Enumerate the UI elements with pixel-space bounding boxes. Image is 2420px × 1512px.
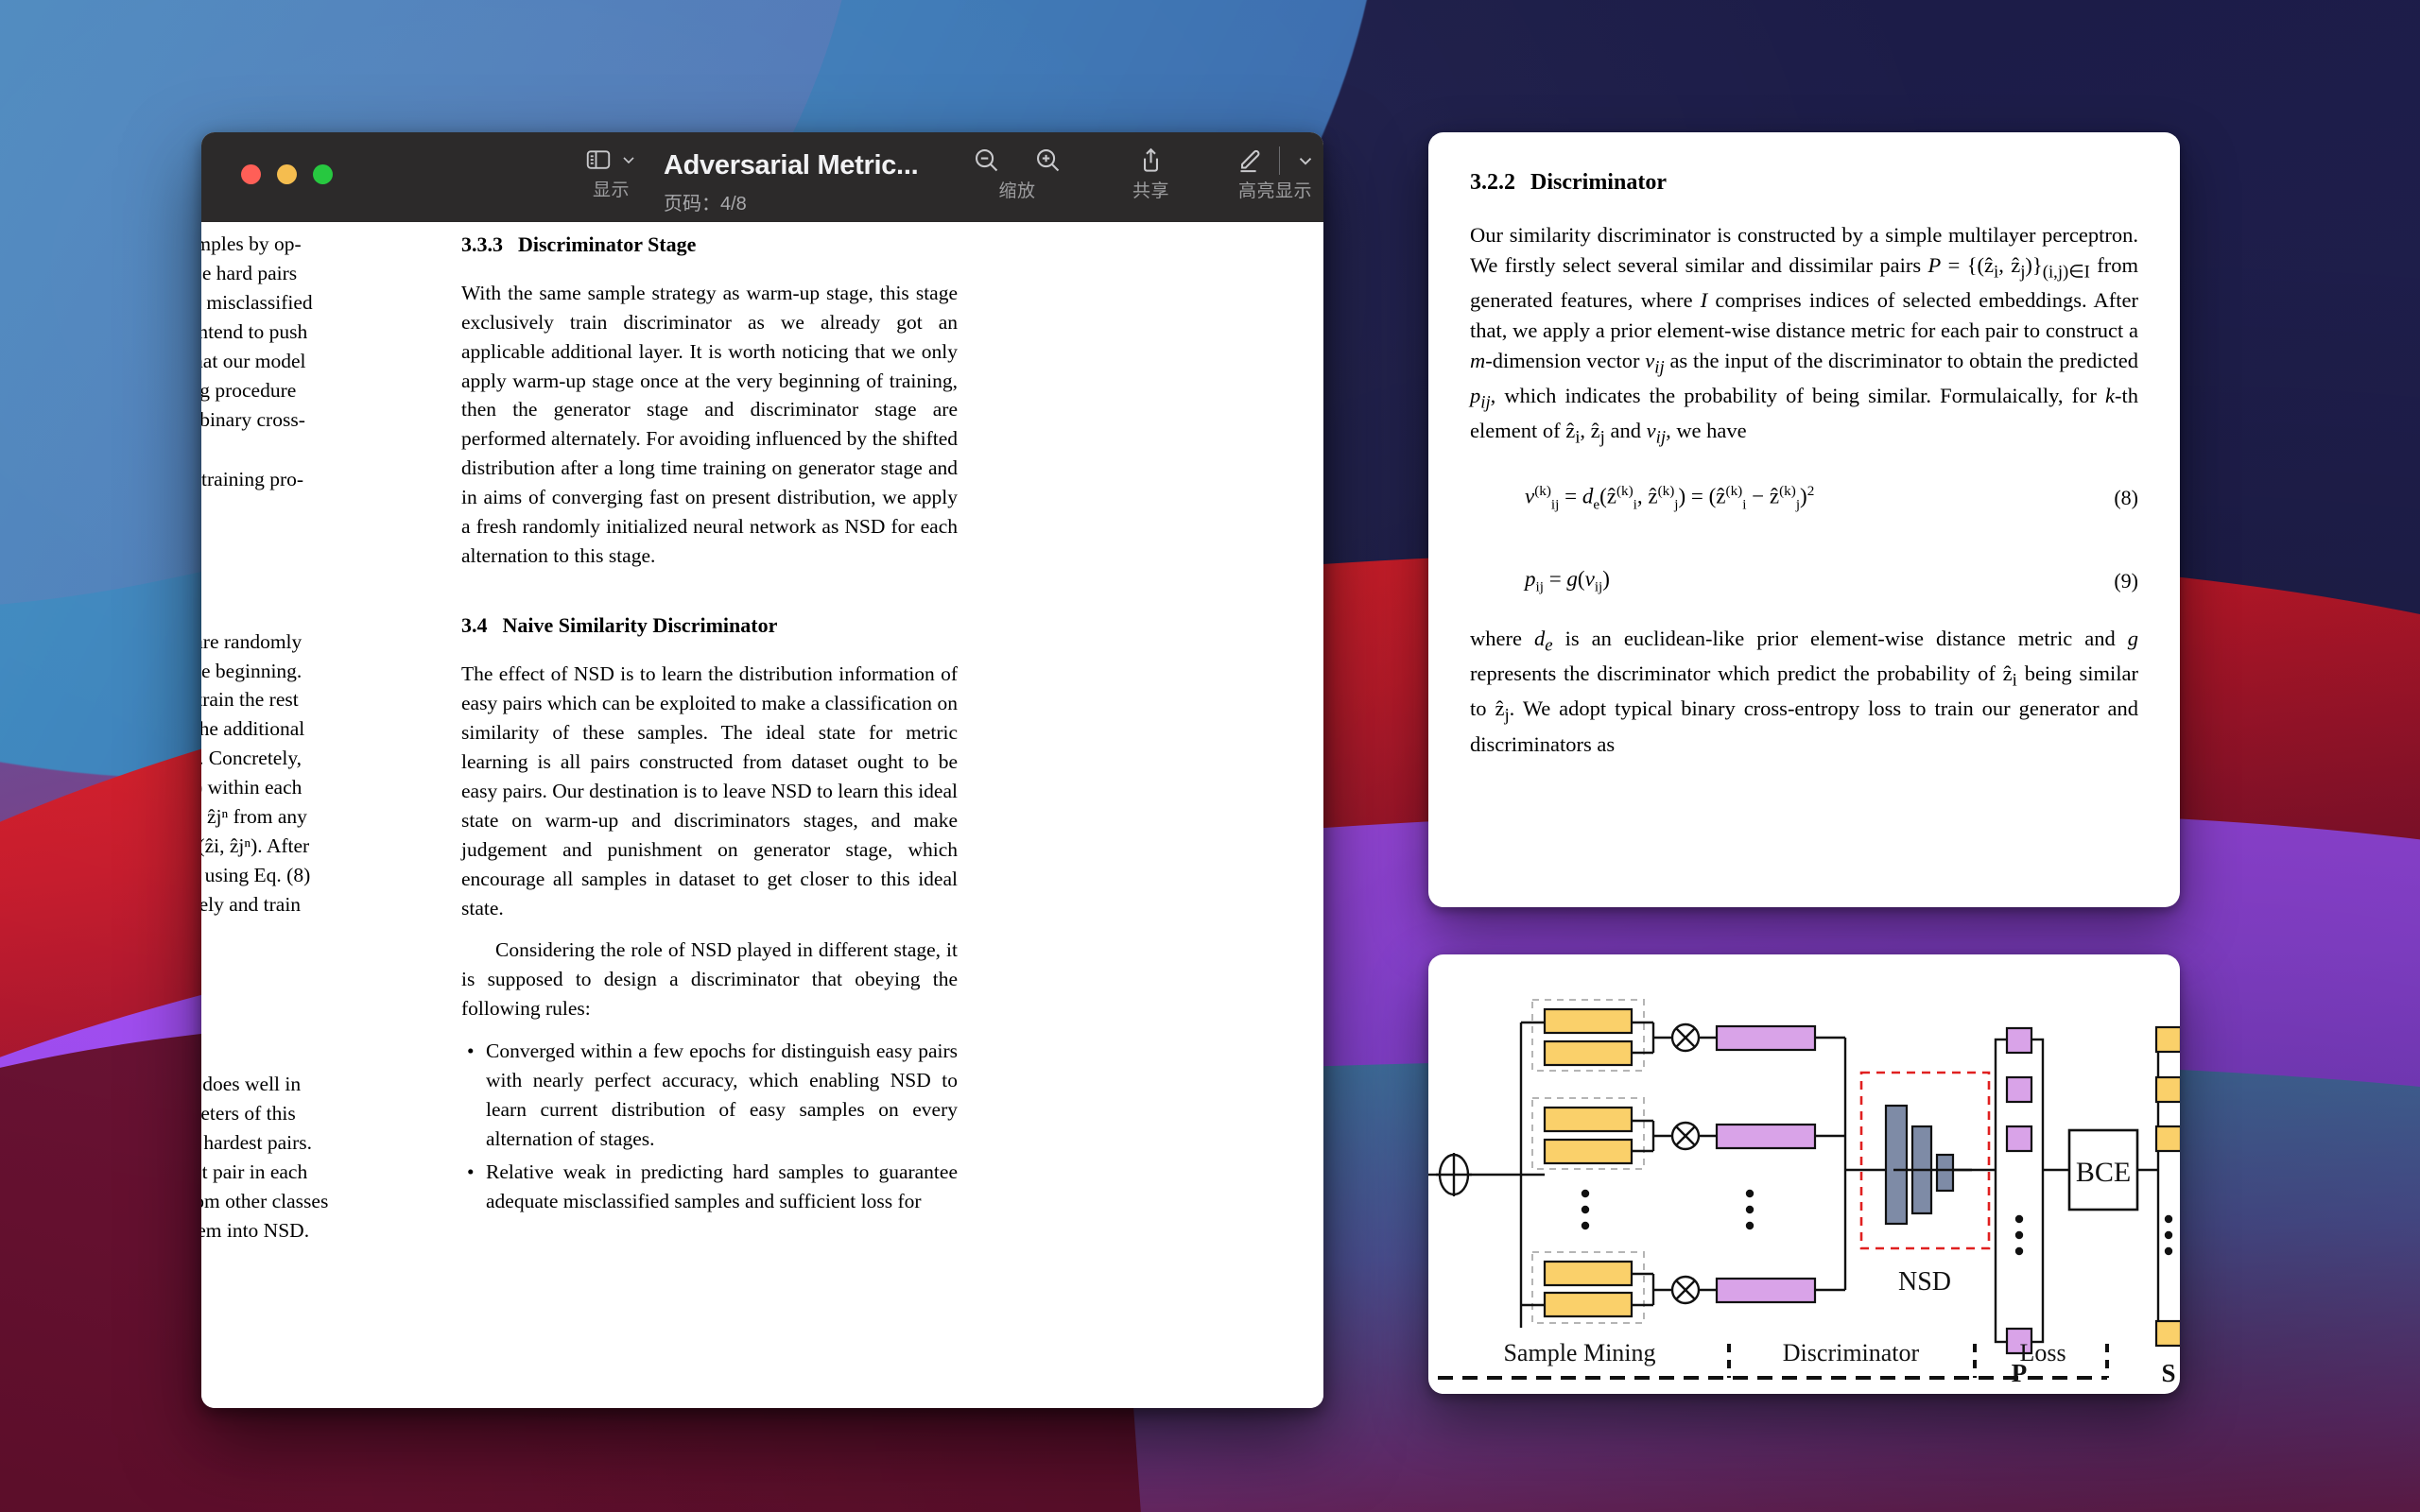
paper-text-card[interactable]: 3.2.2 Discriminator Our similarity discri… xyxy=(1428,132,2180,907)
left-frag-block-3: minator are randomly ined at the beginni… xyxy=(201,627,447,949)
equation-9-number: (9) xyxy=(2114,569,2138,593)
heading-text: Naive Similarity Discriminator xyxy=(503,613,778,637)
pdf-paragraph-1: With the same sample strategy as warm-up… xyxy=(461,279,958,572)
ellipsis-dots-mid xyxy=(1746,1190,1754,1229)
left-line: tion and train the rest xyxy=(201,685,447,714)
pdf-heading-333: 3.3.3 Discriminator Stage xyxy=(461,230,958,260)
left-line: respectively and train xyxy=(201,890,447,919)
sample-pair-group xyxy=(1521,1000,1845,1071)
pdf-paragraph-3: Considering the role of NSD played in di… xyxy=(461,936,958,1023)
bce-label: BCE xyxy=(2076,1157,2131,1188)
architecture-diagram: .ln{stroke:#111;stroke-width:2.4;fill:no… xyxy=(1428,954,2180,1394)
left-line: opy loss. xyxy=(201,919,447,949)
left-line: r model. xyxy=(201,494,447,524)
chevron-down-icon[interactable] xyxy=(619,150,638,169)
heading-number: 3.2.2 xyxy=(1470,170,1515,195)
left-line: that only does well in xyxy=(201,1070,447,1099)
left-line: stages in training pro- xyxy=(201,465,447,494)
page-indicator: 页码：4/8 xyxy=(664,188,747,215)
figure-card[interactable]: .ln{stroke:#111;stroke-width:2.4;fill:no… xyxy=(1428,954,2180,1394)
input-sum-node xyxy=(1428,1153,1472,1196)
heading-number: 3.3.3 xyxy=(461,232,503,256)
stage-label-loss: Loss xyxy=(2019,1339,2066,1366)
stage-label-discriminator: Discriminator xyxy=(1783,1339,1920,1366)
sidebar-label: 显示 xyxy=(593,176,630,201)
minimize-button[interactable] xyxy=(277,164,297,184)
left-line: easier samples by op- xyxy=(201,230,447,259)
left-line: oss. Those hard pairs xyxy=(201,259,447,288)
chevron-down-icon[interactable] xyxy=(1295,150,1316,171)
left-frag-block-4: that only does well in he parameters of … xyxy=(201,1070,447,1246)
toolbar-divider xyxy=(1279,146,1280,175)
equation-9-row: pij = g(vij) (9) xyxy=(1470,567,2138,596)
left-frag-block-2: stages in training pro- r model. xyxy=(201,465,447,524)
left-line: st sample ẑjⁿ from any xyxy=(201,802,447,832)
equation-8-body: v(k)ij = de(ẑ(k)i, ẑ(k)j) = (ẑ(k)i − ẑ(k… xyxy=(1525,483,1814,513)
pdf-bullet-item: Converged within a few epochs for distin… xyxy=(486,1037,958,1154)
zoom-window-button[interactable] xyxy=(313,164,333,184)
highlight-toolbar-group[interactable]: 高亮显示 xyxy=(1235,146,1316,202)
pdf-page-content[interactable]: easier samples by op- oss. Those hard pa… xyxy=(201,222,1323,1408)
pdf-right-column: 3.3.3 Discriminator Stage With the same s… xyxy=(461,230,958,1220)
close-button[interactable] xyxy=(241,164,261,184)
zoom-in-icon[interactable] xyxy=(1033,146,1063,175)
pdf-heading-34: 3.4 Naive Similarity Discriminator xyxy=(461,610,958,641)
left-line: or metric using Eq. (8) xyxy=(201,861,447,890)
share-label: 共享 xyxy=(1132,177,1169,202)
nsd-layers xyxy=(1886,1106,1953,1224)
paper-paragraph-1: Our similarity discriminator is construc… xyxy=(1470,220,2138,451)
zoom-toolbar-group[interactable]: 缩放 xyxy=(972,146,1063,202)
stage-label-sample-mining: Sample Mining xyxy=(1503,1339,1655,1366)
pdf-bullet-item: Relative weak in predicting hard samples… xyxy=(486,1158,958,1216)
document-title: Adversarial Metric... xyxy=(664,150,918,181)
paper-paragraph-2: where de is an euclidean-like prior elem… xyxy=(1470,624,2138,759)
left-line: standard binary cross- xyxy=(201,405,447,435)
equation-8-row: v(k)ij = de(ẑ(k)i, ẑ(k)j) = (ẑ(k)i − ẑ(k… xyxy=(1470,483,2138,513)
left-line: minator are randomly xyxy=(201,627,447,657)
sample-pair-group xyxy=(1521,1252,1845,1323)
sample-pair-group xyxy=(1521,1098,1845,1175)
heading-number: 3.4 xyxy=(461,613,488,637)
nsd-label: NSD xyxy=(1898,1267,1951,1297)
left-line: th training procedure xyxy=(201,376,447,405)
heading-text: Discriminator Stage xyxy=(518,232,696,256)
left-frag-block-1: easier samples by op- oss. Those hard pa… xyxy=(201,230,447,435)
window-titlebar[interactable]: 显示 Adversarial Metric... 页码：4/8 xyxy=(201,132,1323,223)
heading-text: Discriminator xyxy=(1530,170,1667,195)
ellipsis-dots-left xyxy=(1582,1190,1589,1229)
sidebar-icon[interactable] xyxy=(584,146,613,174)
zoom-out-icon[interactable] xyxy=(972,146,1001,175)
left-line: ample from other classes xyxy=(201,1187,447,1216)
left-line: tive pair (ẑi, ẑjⁿ). After xyxy=(201,832,447,861)
traffic-lights[interactable] xyxy=(241,164,333,184)
left-line: ator with hardest pairs. xyxy=(201,1128,447,1158)
highlighter-pen-icon[interactable] xyxy=(1235,146,1264,175)
left-line: he parameters of this xyxy=(201,1099,447,1128)
pdf-left-column-fragment: easier samples by op- oss. Those hard pa… xyxy=(201,230,447,1246)
left-line: oticing that our model xyxy=(201,347,447,376)
share-icon[interactable] xyxy=(1136,146,1166,175)
left-line: ator are intend to push xyxy=(201,318,447,347)
zoom-label: 缩放 xyxy=(998,177,1035,202)
left-line: ach class. Concretely, xyxy=(201,744,447,773)
share-toolbar-group[interactable]: 共享 xyxy=(1132,146,1169,202)
pdf-bullet-list: Converged within a few epochs for distin… xyxy=(461,1037,958,1216)
highlight-label: 高亮显示 xyxy=(1238,177,1312,202)
sidebar-toolbar-group[interactable]: 显示 xyxy=(584,146,638,201)
s-label: S xyxy=(2161,1359,2175,1387)
s-vector-column xyxy=(2156,1027,2180,1346)
left-line: ir (ẑi, ẑiᵖ) within each xyxy=(201,773,447,802)
left-line: D will be misclassified xyxy=(201,288,447,318)
pdf-preview-window[interactable]: 显示 Adversarial Metric... 页码：4/8 xyxy=(201,132,1323,1408)
pdf-paragraph-2: The effect of NSD is to learn the distri… xyxy=(461,660,958,923)
paper-heading-322: 3.2.2 Discriminator xyxy=(1470,170,2138,196)
equation-9-body: pij = g(vij) xyxy=(1525,567,1610,596)
left-line: n feed them into NSD. xyxy=(201,1216,447,1246)
p-vector-column xyxy=(1996,1028,2043,1353)
equation-8-number: (8) xyxy=(2114,486,2138,510)
left-line: gs from the additional xyxy=(201,714,447,744)
left-line: ct furthest pair in each xyxy=(201,1158,447,1187)
left-line: ined at the beginning. xyxy=(201,657,447,686)
